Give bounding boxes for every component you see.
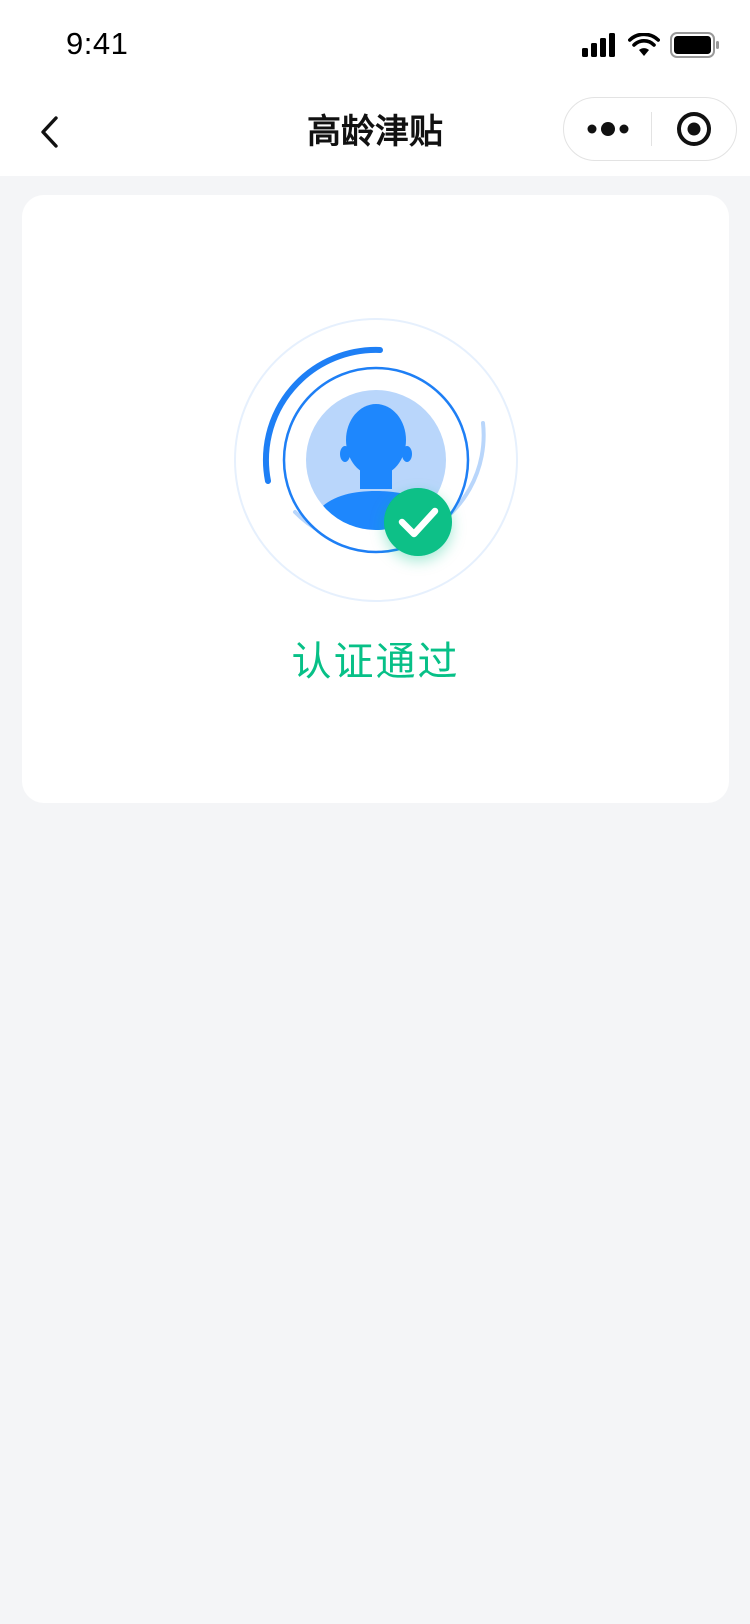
more-dots-icon <box>587 122 628 136</box>
back-button[interactable] <box>20 102 80 162</box>
mini-program-capsule <box>563 97 737 161</box>
battery-icon <box>670 32 719 58</box>
navigation-bar: 高龄津贴 <box>0 88 750 176</box>
target-close-icon <box>677 112 711 146</box>
status-bar: 9:41 <box>0 0 750 88</box>
face-verification-graphic <box>234 318 518 602</box>
close-mini-program-button[interactable] <box>652 98 736 160</box>
cellular-signal-icon <box>582 33 615 57</box>
verification-result-text: 认证通过 <box>291 639 460 685</box>
status-time: 9:41 <box>66 26 129 61</box>
top-header: 9:41 高龄津贴 <box>0 0 750 176</box>
check-circle-icon <box>384 488 452 556</box>
more-button[interactable] <box>564 98 651 160</box>
status-icons <box>582 30 720 60</box>
page-title: 高龄津贴 <box>307 112 443 152</box>
verification-card: 认证通过 <box>22 195 729 803</box>
chevron-left-icon <box>41 116 58 148</box>
wifi-icon <box>628 33 660 56</box>
